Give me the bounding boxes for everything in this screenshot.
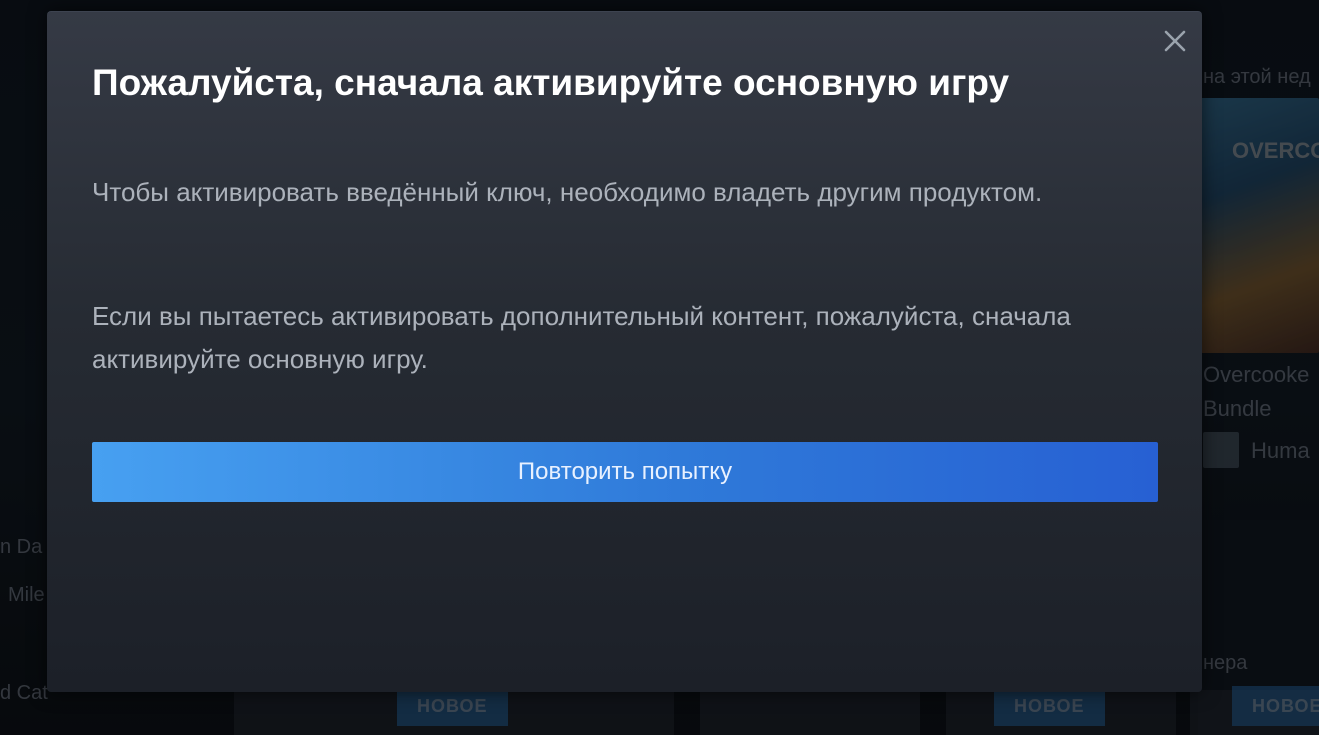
dialog-message-ownership: Чтобы активировать введённый ключ, необх…: [92, 177, 1043, 207]
dialog-title: Пожалуйста, сначала активируйте основную…: [92, 62, 1010, 103]
close-icon: [1164, 30, 1186, 52]
close-button[interactable]: [1160, 26, 1190, 56]
retry-button[interactable]: Повторить попытку: [92, 442, 1158, 502]
dialog-message-dlc-hint: Если вы пытаетесь активировать дополните…: [92, 301, 1071, 374]
activation-error-dialog: Пожалуйста, сначала активируйте основную…: [47, 11, 1202, 692]
